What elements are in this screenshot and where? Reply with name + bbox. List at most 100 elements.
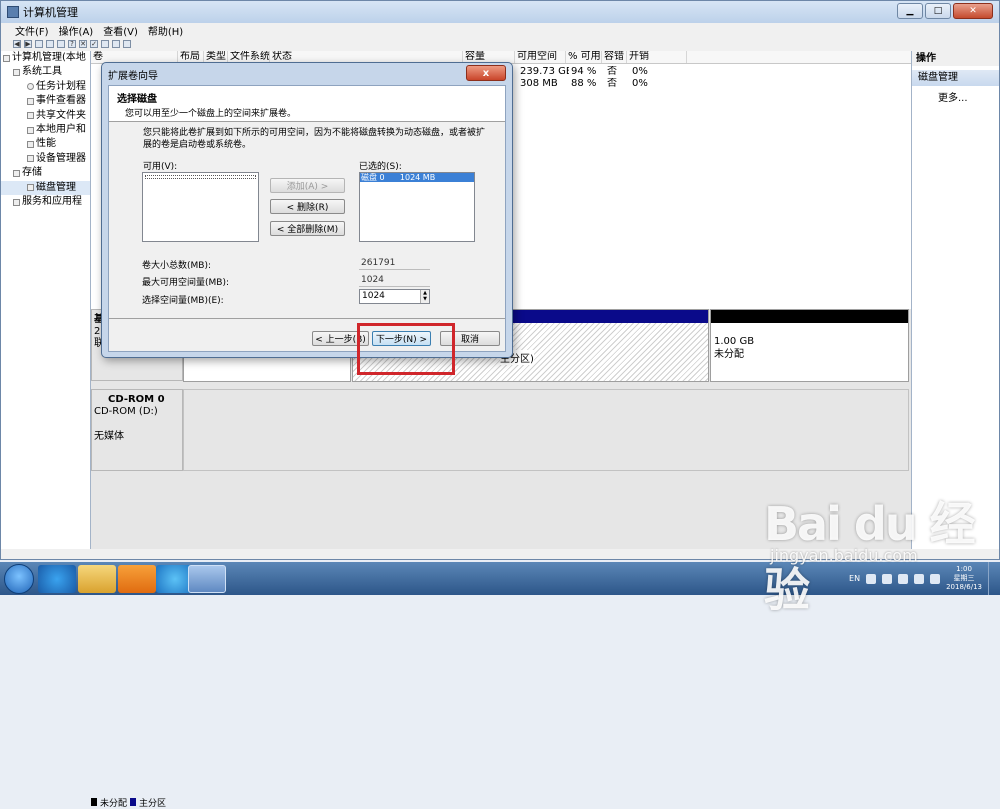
services-icon — [13, 198, 20, 206]
free-space-cell: 239.73 GB — [520, 66, 569, 77]
performance-icon — [27, 141, 34, 149]
tree-item-label: 系统工具 — [22, 66, 62, 78]
percent-free-cell: 94 % — [571, 66, 597, 77]
legend: 未分配 主分区 — [91, 797, 167, 809]
back-icon[interactable]: ◀ — [13, 40, 21, 48]
menu-bar: 文件(F) 操作(A) 查看(V) 帮助(H) — [1, 23, 999, 38]
selected-label: 已选的(S): — [359, 162, 402, 172]
device-manager-icon — [27, 155, 34, 163]
selected-disk-item[interactable]: 磁盘 0 1024 MB — [360, 173, 474, 182]
media-player-icon[interactable] — [118, 565, 156, 593]
available-disks-list[interactable] — [142, 172, 259, 242]
event-viewer-icon — [27, 97, 34, 105]
search-icon[interactable] — [112, 40, 120, 48]
max-space-label: 最大可用空间量(MB): — [142, 278, 229, 288]
remove-button[interactable]: < 删除(R) — [270, 199, 345, 214]
select-space-label: 选择空间量(MB)(E): — [142, 296, 224, 306]
tree-item-system-tools[interactable]: 系统工具 — [1, 65, 90, 79]
cdrom-type: CD-ROM (D:) — [94, 406, 158, 417]
computer-management-task-icon[interactable] — [188, 565, 226, 593]
wizard-description: 您只能将此卷扩展到如下所示的可用空间，因为不能将磁盘转换为动态磁盘，或者被扩展的… — [143, 128, 486, 150]
open-icon[interactable] — [101, 40, 109, 48]
tree-item-device-manager[interactable]: 设备管理器 — [1, 152, 90, 166]
column-percent-free[interactable]: % 可用 — [566, 51, 602, 63]
wizard-step-title: 选择磁盘 — [117, 94, 157, 105]
cdrom-status: 无媒体 — [94, 431, 124, 442]
max-space-value: 1024 — [359, 274, 430, 287]
tree-item-computer-management[interactable]: 计算机管理(本地 — [1, 51, 90, 65]
partition-unallocated[interactable]: 1.00 GB 未分配 — [710, 309, 909, 382]
tree-item-shared-folders[interactable]: 共享文件夹 — [1, 109, 90, 123]
wizard-step-subtitle: 您可以用至少一个磁盘上的空间来扩展卷。 — [125, 109, 297, 119]
free-space-cell: 308 MB — [520, 78, 558, 89]
legend-primary-label: 主分区 — [139, 798, 167, 809]
percent-free-cell: 88 % — [571, 78, 597, 89]
menu-file[interactable]: 文件(F) — [15, 23, 49, 38]
title-bar: 计算机管理 ▁ □ ✕ — [1, 1, 999, 23]
tree-item-task-scheduler[interactable]: 任务计划程 — [1, 80, 90, 94]
selected-disks-list[interactable]: 磁盘 0 1024 MB — [359, 172, 475, 242]
properties-icon[interactable] — [57, 40, 65, 48]
cdrom-partition-area — [183, 389, 909, 471]
extend-volume-wizard: 扩展卷向导 x 选择磁盘 您可以用至少一个磁盘上的空间来扩展卷。 您只能将此卷扩… — [101, 62, 513, 358]
menu-view[interactable]: 查看(V) — [103, 23, 138, 38]
cdrom-name: CD-ROM 0 — [108, 394, 165, 405]
tree-item-label: 磁盘管理 — [36, 181, 76, 193]
ie-icon[interactable] — [38, 565, 76, 593]
legend-unallocated-label: 未分配 — [100, 798, 128, 809]
users-icon — [27, 126, 34, 134]
show-hide-tree-icon[interactable] — [46, 40, 54, 48]
computer-icon — [3, 54, 10, 62]
column-fault-tolerance[interactable]: 容错 — [602, 51, 627, 63]
more-actions-link[interactable]: 更多... — [912, 89, 999, 104]
tree-item-storage[interactable]: 存储 — [1, 166, 90, 180]
actions-pane: 操作 磁盘管理 更多... — [911, 51, 999, 549]
menu-action[interactable]: 操作(A) — [59, 23, 94, 38]
tree-item-performance[interactable]: 性能 — [1, 137, 90, 151]
tree-item-local-users[interactable]: 本地用户和 — [1, 123, 90, 137]
select-space-input[interactable]: 1024 ▲ ▼ — [359, 289, 430, 304]
tree-item-event-viewer[interactable]: 事件查看器 — [1, 94, 90, 108]
menu-help[interactable]: 帮助(H) — [148, 23, 183, 38]
remove-all-button[interactable]: < 全部删除(M) — [270, 221, 345, 236]
actions-title: 操作 — [912, 51, 999, 66]
tree-item-label: 性能 — [36, 138, 56, 150]
cdrom-0-label[interactable]: CD-ROM 0 CD-ROM (D:) 无媒体 — [91, 389, 183, 471]
navigation-tree: 计算机管理(本地 系统工具 任务计划程 事件查看器 共享文件夹 本地用户和 性能… — [1, 51, 91, 549]
window-title: 计算机管理 — [23, 6, 78, 19]
wizard-close-button[interactable]: x — [466, 65, 506, 81]
tree-item-label: 设备管理器 — [36, 152, 86, 164]
help-icon[interactable]: ? — [68, 40, 76, 48]
check-icon[interactable]: ✓ — [90, 40, 98, 48]
delete-icon[interactable]: ✕ — [79, 40, 87, 48]
computer-management-icon — [7, 6, 19, 18]
close-button[interactable]: ✕ — [953, 3, 993, 19]
overhead-cell: 0% — [632, 78, 648, 89]
actions-section-disk-management[interactable]: 磁盘管理 — [912, 70, 999, 86]
forward-icon[interactable]: ▶ — [24, 40, 32, 48]
column-overhead[interactable]: 开销 — [627, 51, 687, 63]
spinner-icon[interactable]: ▲ ▼ — [420, 290, 429, 303]
up-folder-icon[interactable] — [35, 40, 43, 48]
legend-unallocated-swatch — [91, 798, 97, 806]
start-button[interactable] — [4, 564, 34, 594]
total-size-value: 261791 — [359, 257, 430, 270]
tree-item-label: 共享文件夹 — [36, 109, 86, 121]
disk-icon — [27, 184, 34, 192]
column-free-space[interactable]: 可用空间 — [515, 51, 566, 63]
maximize-button[interactable]: □ — [925, 3, 951, 19]
add-button[interactable]: 添加(A) > — [270, 178, 345, 193]
baidu-watermark: Bai du 经验 jingyan.baidu.com — [764, 488, 1000, 617]
legend-primary-swatch — [130, 798, 137, 806]
tree-item-label: 任务计划程 — [36, 80, 86, 92]
tree-item-services-apps[interactable]: 服务和应用程 — [1, 195, 90, 209]
wizard-body: 选择磁盘 您可以用至少一个磁盘上的空间来扩展卷。 您只能将此卷扩展到如下所示的可… — [108, 85, 506, 352]
folder-icon[interactable] — [78, 565, 116, 593]
settings-icon[interactable] — [123, 40, 131, 48]
tree-item-disk-management[interactable]: 磁盘管理 — [1, 180, 90, 195]
minimize-button[interactable]: ▁ — [897, 3, 923, 19]
fault-tolerance-cell: 否 — [607, 66, 617, 77]
tree-item-label: 本地用户和 — [36, 123, 86, 135]
tree-item-label: 存储 — [22, 167, 42, 179]
clock-icon — [27, 83, 34, 91]
